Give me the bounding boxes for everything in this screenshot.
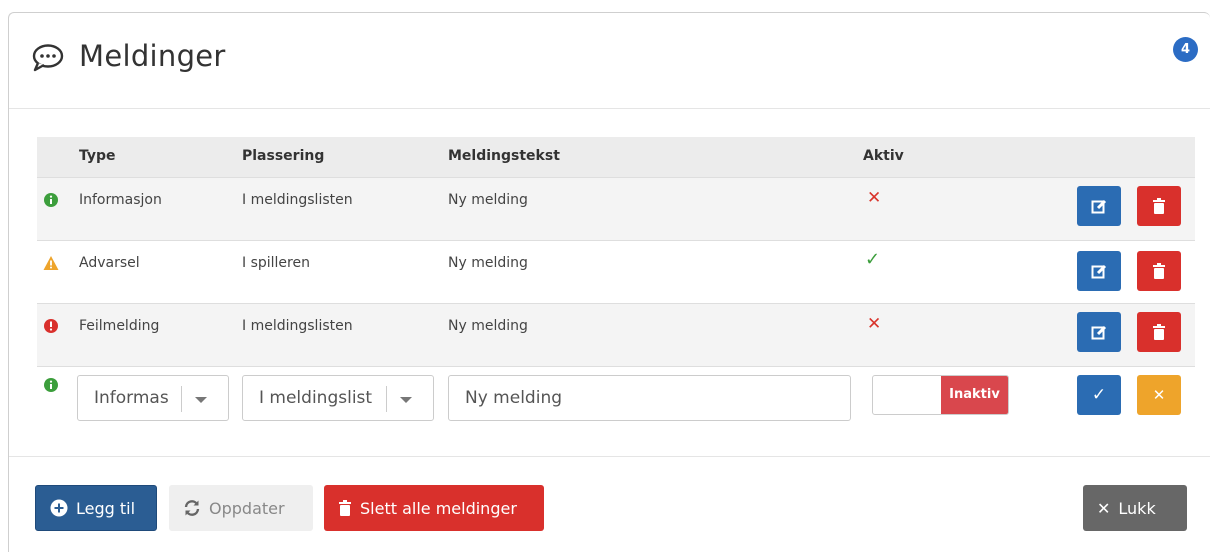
info-icon — [44, 193, 58, 207]
new-message-row: Informas I meldingslist Ny melding Inakt… — [37, 366, 1195, 438]
column-header-placement: Plassering — [242, 148, 325, 164]
delete-button[interactable] — [1137, 251, 1181, 291]
table-row: Advarsel I spilleren Ny melding ✓ — [37, 240, 1195, 303]
column-header-active: Aktiv — [863, 148, 904, 164]
select-divider — [386, 386, 387, 412]
delete-button[interactable] — [1137, 186, 1181, 226]
refresh-button[interactable]: Oppdater — [169, 485, 313, 531]
delete-button[interactable] — [1137, 312, 1181, 352]
row-text: Ny melding — [448, 318, 528, 334]
plus-circle-icon — [50, 499, 68, 517]
row-text: Ny melding — [448, 255, 528, 271]
modal-footer: Legg til Oppdater Slett alle meldinger ✕… — [9, 456, 1210, 552]
column-header-type: Type — [79, 148, 116, 164]
close-button[interactable]: ✕ Lukk — [1083, 485, 1187, 531]
chevron-down-icon — [400, 397, 412, 403]
message-count-badge: 4 — [1173, 37, 1198, 62]
trash-icon — [1153, 324, 1165, 340]
message-text-input[interactable]: Ny melding — [448, 375, 851, 421]
column-header-text: Meldingstekst — [448, 148, 560, 164]
toggle-label: Inaktiv — [941, 376, 1008, 414]
trash-icon — [1153, 198, 1165, 214]
row-text: Ny melding — [448, 192, 528, 208]
messages-table: Type Plassering Meldingstekst Aktiv Info… — [37, 137, 1195, 438]
refresh-button-label: Oppdater — [209, 498, 285, 518]
info-icon — [44, 378, 58, 392]
row-type: Advarsel — [79, 255, 140, 271]
modal-header: Meldinger 4 — [9, 13, 1210, 109]
page-background — [0, 0, 1210, 12]
edit-button[interactable] — [1077, 186, 1121, 226]
placement-select[interactable]: I meldingslist — [242, 375, 434, 421]
delete-all-button[interactable]: Slett alle meldinger — [324, 485, 544, 531]
edit-icon — [1091, 264, 1107, 279]
trash-icon — [339, 500, 351, 516]
refresh-icon — [184, 500, 200, 516]
row-type: Feilmelding — [79, 318, 160, 334]
row-placement: I meldingslisten — [242, 318, 353, 334]
trash-icon — [1153, 263, 1165, 279]
chevron-down-icon — [195, 397, 207, 403]
close-icon: ✕ — [1097, 498, 1111, 518]
confirm-button[interactable]: ✓ — [1077, 375, 1121, 415]
active-check-icon: ✓ — [865, 249, 881, 270]
speech-bubble-icon — [32, 44, 64, 72]
active-toggle[interactable]: Inaktiv — [872, 375, 1009, 415]
close-button-label: Lukk — [1118, 498, 1156, 518]
row-type: Informasjon — [79, 192, 162, 208]
table-header: Type Plassering Meldingstekst Aktiv — [37, 137, 1195, 177]
warning-icon — [43, 256, 59, 270]
cancel-button[interactable]: ✕ — [1137, 375, 1181, 415]
edit-button[interactable] — [1077, 312, 1121, 352]
error-icon — [44, 319, 58, 333]
table-row: Informasjon I meldingslisten Ny melding … — [37, 177, 1195, 240]
edit-icon — [1091, 325, 1107, 340]
inactive-x-icon: ✕ — [867, 314, 882, 334]
add-button[interactable]: Legg til — [35, 485, 157, 531]
check-icon: ✓ — [1091, 385, 1107, 405]
table-row: Feilmelding I meldingslisten Ny melding … — [37, 303, 1195, 366]
type-select[interactable]: Informas — [77, 375, 229, 421]
add-button-label: Legg til — [76, 498, 136, 518]
messages-modal: Meldinger 4 Type Plassering Meldingsteks… — [8, 12, 1210, 552]
edit-button[interactable] — [1077, 251, 1121, 291]
edit-icon — [1091, 199, 1107, 214]
modal-title: Meldinger — [79, 39, 226, 73]
row-placement: I spilleren — [242, 255, 310, 271]
row-placement: I meldingslisten — [242, 192, 353, 208]
close-icon: ✕ — [1152, 386, 1166, 404]
message-text-value: Ny melding — [465, 388, 563, 408]
select-divider — [181, 386, 182, 412]
inactive-x-icon: ✕ — [867, 188, 882, 208]
delete-all-button-label: Slett alle meldinger — [360, 498, 517, 518]
type-select-value: Informas — [94, 388, 169, 408]
placement-select-value: I meldingslist — [259, 388, 373, 408]
